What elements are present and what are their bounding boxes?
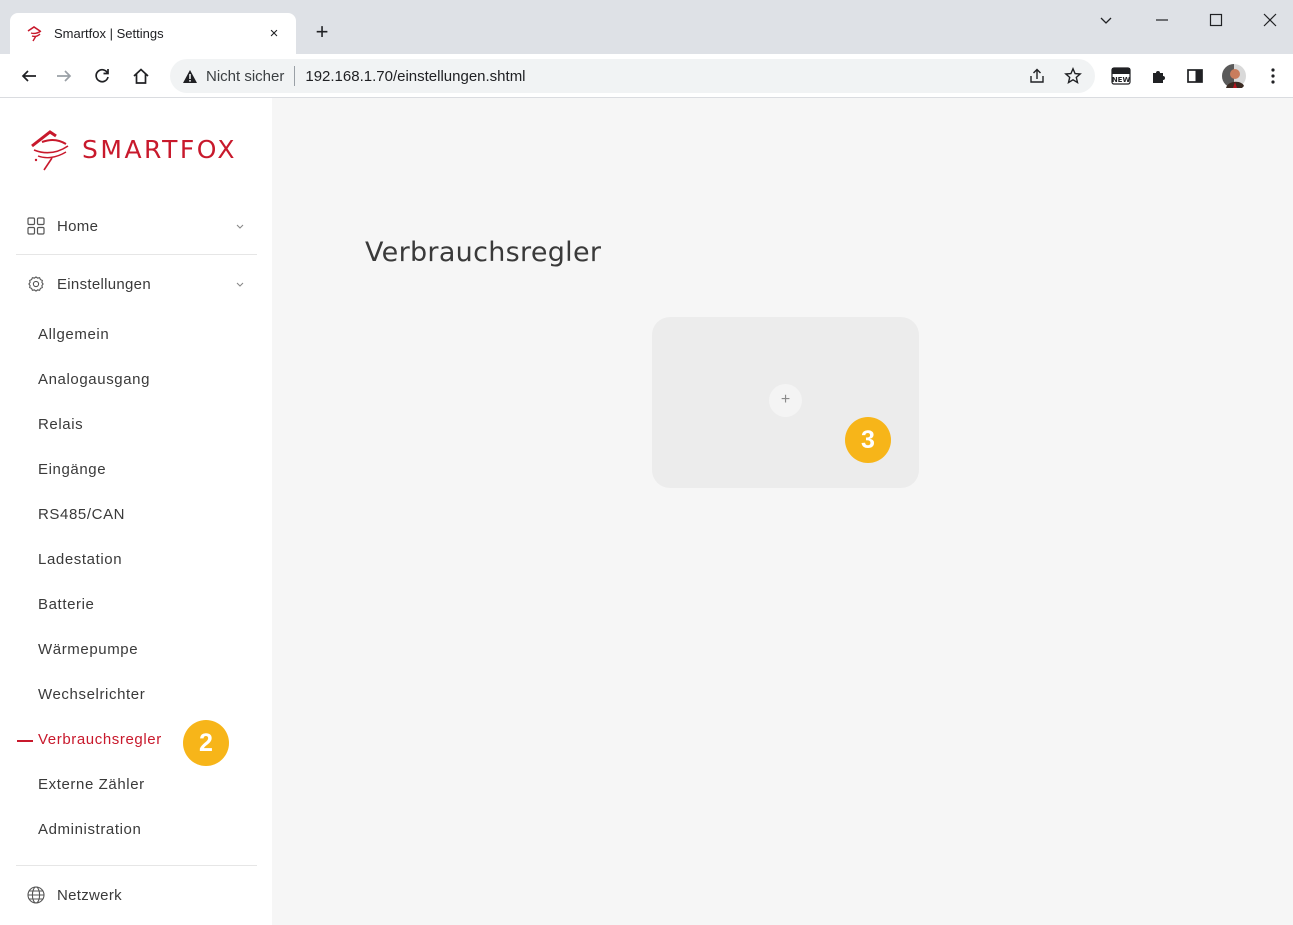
sidebar-item-allgemein[interactable]: Allgemein bbox=[38, 323, 109, 347]
sidebar-item-batterie[interactable]: Batterie bbox=[38, 593, 95, 617]
security-status-label[interactable]: Nicht sicher bbox=[206, 68, 284, 85]
plus-icon[interactable]: + bbox=[769, 384, 802, 417]
side-panel-icon[interactable] bbox=[1181, 62, 1209, 90]
forward-arrow-icon[interactable] bbox=[50, 62, 78, 90]
close-window-icon[interactable] bbox=[1250, 6, 1290, 34]
extension-new-icon[interactable]: NEW bbox=[1107, 62, 1135, 90]
warning-triangle-icon bbox=[182, 69, 198, 84]
sidebar-item-rs485-can[interactable]: RS485/CAN bbox=[38, 503, 125, 527]
browser-tab-bar: Smartfox | Settings × + bbox=[0, 0, 1293, 54]
back-arrow-icon[interactable] bbox=[15, 62, 43, 90]
nav-group-einstellungen[interactable]: Einstellungen bbox=[16, 259, 257, 309]
browser-menu-kebab-icon[interactable] bbox=[1259, 62, 1287, 90]
nav-group-label: Netzwerk bbox=[57, 886, 122, 904]
add-consumer-controller-card[interactable]: + bbox=[652, 317, 919, 488]
sidebar-item-wechselrichter[interactable]: Wechselrichter bbox=[38, 683, 145, 707]
home-icon[interactable] bbox=[127, 62, 155, 90]
step-badge-3: 3 bbox=[845, 417, 891, 463]
sidebar-item-waermepumpe[interactable]: Wärmepumpe bbox=[38, 638, 138, 662]
tab-close-icon[interactable]: × bbox=[264, 25, 284, 42]
url-text[interactable]: 192.168.1.70/einstellungen.shtml bbox=[305, 68, 525, 85]
gear-icon bbox=[26, 274, 46, 294]
tab-title: Smartfox | Settings bbox=[54, 26, 164, 41]
sidebar-item-ladestation[interactable]: Ladestation bbox=[38, 548, 122, 572]
browser-toolbar: Nicht sicher 192.168.1.70/einstellungen.… bbox=[0, 54, 1293, 98]
fox-logo-icon bbox=[26, 126, 74, 172]
address-bar[interactable]: Nicht sicher 192.168.1.70/einstellungen.… bbox=[170, 59, 1095, 93]
profile-avatar[interactable] bbox=[1220, 62, 1248, 90]
logo-text: SMARTFOX bbox=[82, 134, 237, 164]
sidebar-divider bbox=[16, 865, 257, 866]
sidebar-item-administration[interactable]: Administration bbox=[38, 818, 141, 842]
reload-icon[interactable] bbox=[88, 62, 116, 90]
chevron-down-icon bbox=[233, 219, 247, 233]
sidebar-item-verbrauchsregler[interactable]: Verbrauchsregler bbox=[38, 728, 162, 752]
maximize-window-icon[interactable] bbox=[1196, 6, 1236, 34]
page-title: Verbrauchsregler bbox=[365, 237, 602, 268]
sidebar-item-externe-zaehler[interactable]: Externe Zähler bbox=[38, 773, 145, 797]
smartfox-favicon-icon bbox=[26, 25, 44, 43]
tab-search-chevron-icon[interactable] bbox=[1086, 6, 1126, 34]
globe-icon bbox=[26, 885, 46, 905]
sidebar-item-relais[interactable]: Relais bbox=[38, 413, 83, 437]
sidebar-divider bbox=[16, 254, 257, 255]
omnibox-separator bbox=[294, 66, 296, 86]
extension-badge-text: NEW bbox=[1112, 76, 1131, 84]
new-tab-button[interactable]: + bbox=[308, 18, 336, 46]
sidebar-item-eingaenge[interactable]: Eingänge bbox=[38, 458, 106, 482]
nav-group-label: Home bbox=[57, 217, 99, 235]
bookmark-star-icon[interactable] bbox=[1059, 59, 1087, 93]
extensions-puzzle-icon[interactable] bbox=[1145, 62, 1173, 90]
step-badge-2: 2 bbox=[183, 720, 229, 766]
chevron-down-icon bbox=[233, 277, 247, 291]
nav-group-netzwerk[interactable]: Netzwerk bbox=[16, 870, 257, 920]
active-item-indicator bbox=[17, 740, 33, 742]
nav-group-label: Einstellungen bbox=[57, 275, 151, 293]
grid-icon bbox=[26, 216, 46, 236]
main-content: Verbrauchsregler + 3 bbox=[272, 98, 1293, 925]
share-icon[interactable] bbox=[1023, 59, 1051, 93]
nav-group-home[interactable]: Home bbox=[16, 201, 257, 251]
browser-tab-active[interactable]: Smartfox | Settings × bbox=[10, 13, 296, 54]
smartfox-logo[interactable]: SMARTFOX bbox=[26, 126, 237, 172]
minimize-window-icon[interactable] bbox=[1142, 6, 1182, 34]
sidebar-item-analogausgang[interactable]: Analogausgang bbox=[38, 368, 150, 392]
sidebar: SMARTFOX Home Einstellungen Allgemein An… bbox=[0, 98, 272, 925]
